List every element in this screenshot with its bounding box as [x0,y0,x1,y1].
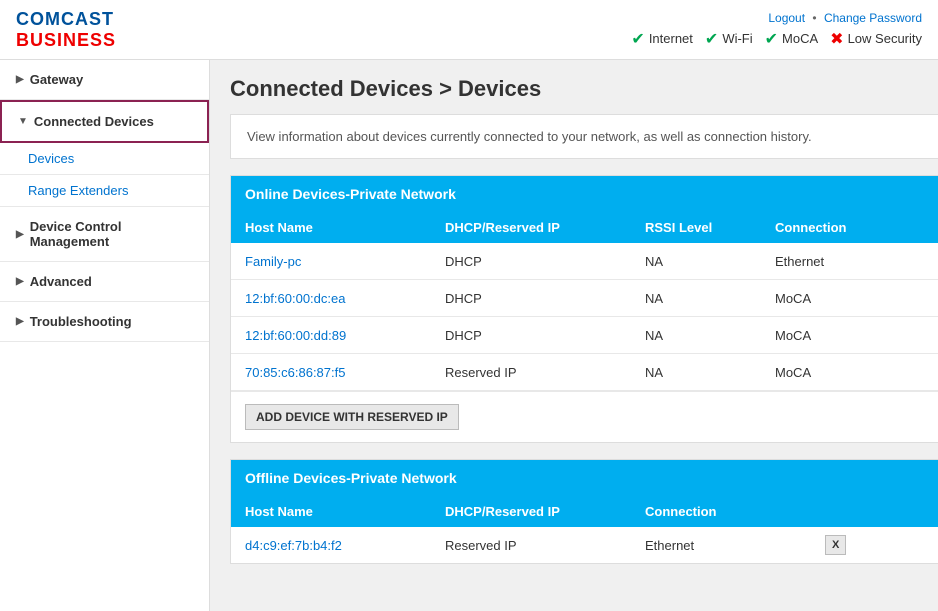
device-rssi: NA [645,254,775,269]
internet-ok-icon: ✔ [631,29,644,49]
status-indicators: ✔ Internet ✔ Wi-Fi ✔ MoCA ✖ Low Security [631,29,922,49]
device-control-label: Device Control Management [30,219,193,249]
col-dhcp-ip: DHCP/Reserved IP [445,220,645,235]
online-devices-table: Online Devices-Private Network Host Name… [230,175,938,443]
wifi-ok-icon: ✔ [705,29,718,49]
row-actions: X [825,535,938,555]
device-rssi: NA [645,328,775,343]
device-control-arrow-icon: ▶ [16,229,24,240]
low-security-label: Low Security [848,31,922,46]
gateway-label: Gateway [30,72,83,87]
main-content: Connected Devices > Devices View informa… [210,60,938,611]
troubleshooting-arrow-icon: ▶ [16,316,24,327]
col-actions [825,504,938,519]
change-password-link[interactable]: Change Password [824,11,922,25]
device-connection: MoCA [775,365,938,380]
device-host-link[interactable]: Family-pc [245,254,445,269]
offline-table-header: Offline Devices-Private Network [231,460,938,496]
device-host-link[interactable]: 12:bf:60:00:dd:89 [245,328,445,343]
gateway-arrow-icon: ▶ [16,74,24,85]
col-host-name: Host Name [245,504,445,519]
internet-label: Internet [649,31,693,46]
wifi-label: Wi-Fi [722,31,752,46]
device-dhcp: Reserved IP [445,365,645,380]
table-row: 70:85:c6:86:87:f5 Reserved IP NA MoCA ED… [231,354,938,391]
connected-devices-arrow-icon: ▼ [18,116,28,127]
topbar: COMCAST BUSINESS Logout • Change Passwor… [0,0,938,60]
online-table-header: Online Devices-Private Network [231,176,938,212]
col-rssi: RSSI Level [645,220,775,235]
table-row: 12:bf:60:00:dd:89 DHCP NA MoCA EDIT X [231,317,938,354]
offline-devices-table: Offline Devices-Private Network Host Nam… [230,459,938,564]
offline-col-headers: Host Name DHCP/Reserved IP Connection [231,496,938,527]
table-row: Family-pc DHCP NA Ethernet EDIT X [231,243,938,280]
add-device-row: ADD DEVICE WITH RESERVED IP [231,391,938,442]
device-rssi: NA [645,365,775,380]
table-row: 12:bf:60:00:dc:ea DHCP NA MoCA EDIT X [231,280,938,317]
device-host-link[interactable]: 12:bf:60:00:dc:ea [245,291,445,306]
device-dhcp: DHCP [445,254,645,269]
sidebar-item-range-extenders[interactable]: Range Extenders [0,175,209,207]
advanced-arrow-icon: ▶ [16,276,24,287]
device-connection: Ethernet [775,254,938,269]
device-connection: Ethernet [645,538,825,553]
sidebar-item-advanced[interactable]: ▶ Advanced [0,262,209,302]
status-low-security: ✖ Low Security [830,29,922,49]
col-host-name: Host Name [245,220,445,235]
status-internet: ✔ Internet [631,29,693,49]
status-moca: ✔ MoCA [765,29,819,49]
logo-business: BUSINESS [16,30,116,51]
range-extenders-label: Range Extenders [28,183,128,198]
sidebar-item-troubleshooting[interactable]: ▶ Troubleshooting [0,302,209,342]
status-wifi: ✔ Wi-Fi [705,29,753,49]
troubleshooting-label: Troubleshooting [30,314,132,329]
delete-button[interactable]: X [825,535,846,555]
topbar-links: Logout • Change Password [768,11,922,25]
add-device-button[interactable]: ADD DEVICE WITH RESERVED IP [245,404,459,430]
sidebar-item-device-control[interactable]: ▶ Device Control Management [0,207,209,262]
online-col-headers: Host Name DHCP/Reserved IP RSSI Level Co… [231,212,938,243]
info-text: View information about devices currently… [247,129,812,144]
logo-comcast: COMCAST [16,9,116,30]
page-title: Connected Devices > Devices [230,76,938,102]
device-dhcp: DHCP [445,291,645,306]
low-security-warn-icon: ✖ [830,29,843,49]
device-connection: MoCA [775,328,938,343]
logo: COMCAST BUSINESS [16,9,116,51]
logout-link[interactable]: Logout [768,11,805,25]
device-host-link[interactable]: d4:c9:ef:7b:b4:f2 [245,538,445,553]
info-box: View information about devices currently… [230,114,938,159]
devices-label: Devices [28,151,74,166]
moca-ok-icon: ✔ [765,29,778,49]
layout: ▶ Gateway ▼ Connected Devices Devices Ra… [0,60,938,611]
separator: • [812,11,816,25]
device-connection: MoCA [775,291,938,306]
table-row: d4:c9:ef:7b:b4:f2 Reserved IP Ethernet X [231,527,938,563]
device-rssi: NA [645,291,775,306]
col-dhcp-ip: DHCP/Reserved IP [445,504,645,519]
sidebar: ▶ Gateway ▼ Connected Devices Devices Ra… [0,60,210,611]
advanced-label: Advanced [30,274,92,289]
device-dhcp: DHCP [445,328,645,343]
moca-label: MoCA [782,31,818,46]
device-dhcp: Reserved IP [445,538,645,553]
device-host-link[interactable]: 70:85:c6:86:87:f5 [245,365,445,380]
sidebar-item-connected-devices[interactable]: ▼ Connected Devices [0,100,209,143]
sidebar-item-devices[interactable]: Devices [0,143,209,175]
topbar-right: Logout • Change Password ✔ Internet ✔ Wi… [631,11,922,49]
col-connection: Connection [775,220,938,235]
sidebar-item-gateway[interactable]: ▶ Gateway [0,60,209,100]
connected-devices-label: Connected Devices [34,114,154,129]
col-connection: Connection [645,504,825,519]
